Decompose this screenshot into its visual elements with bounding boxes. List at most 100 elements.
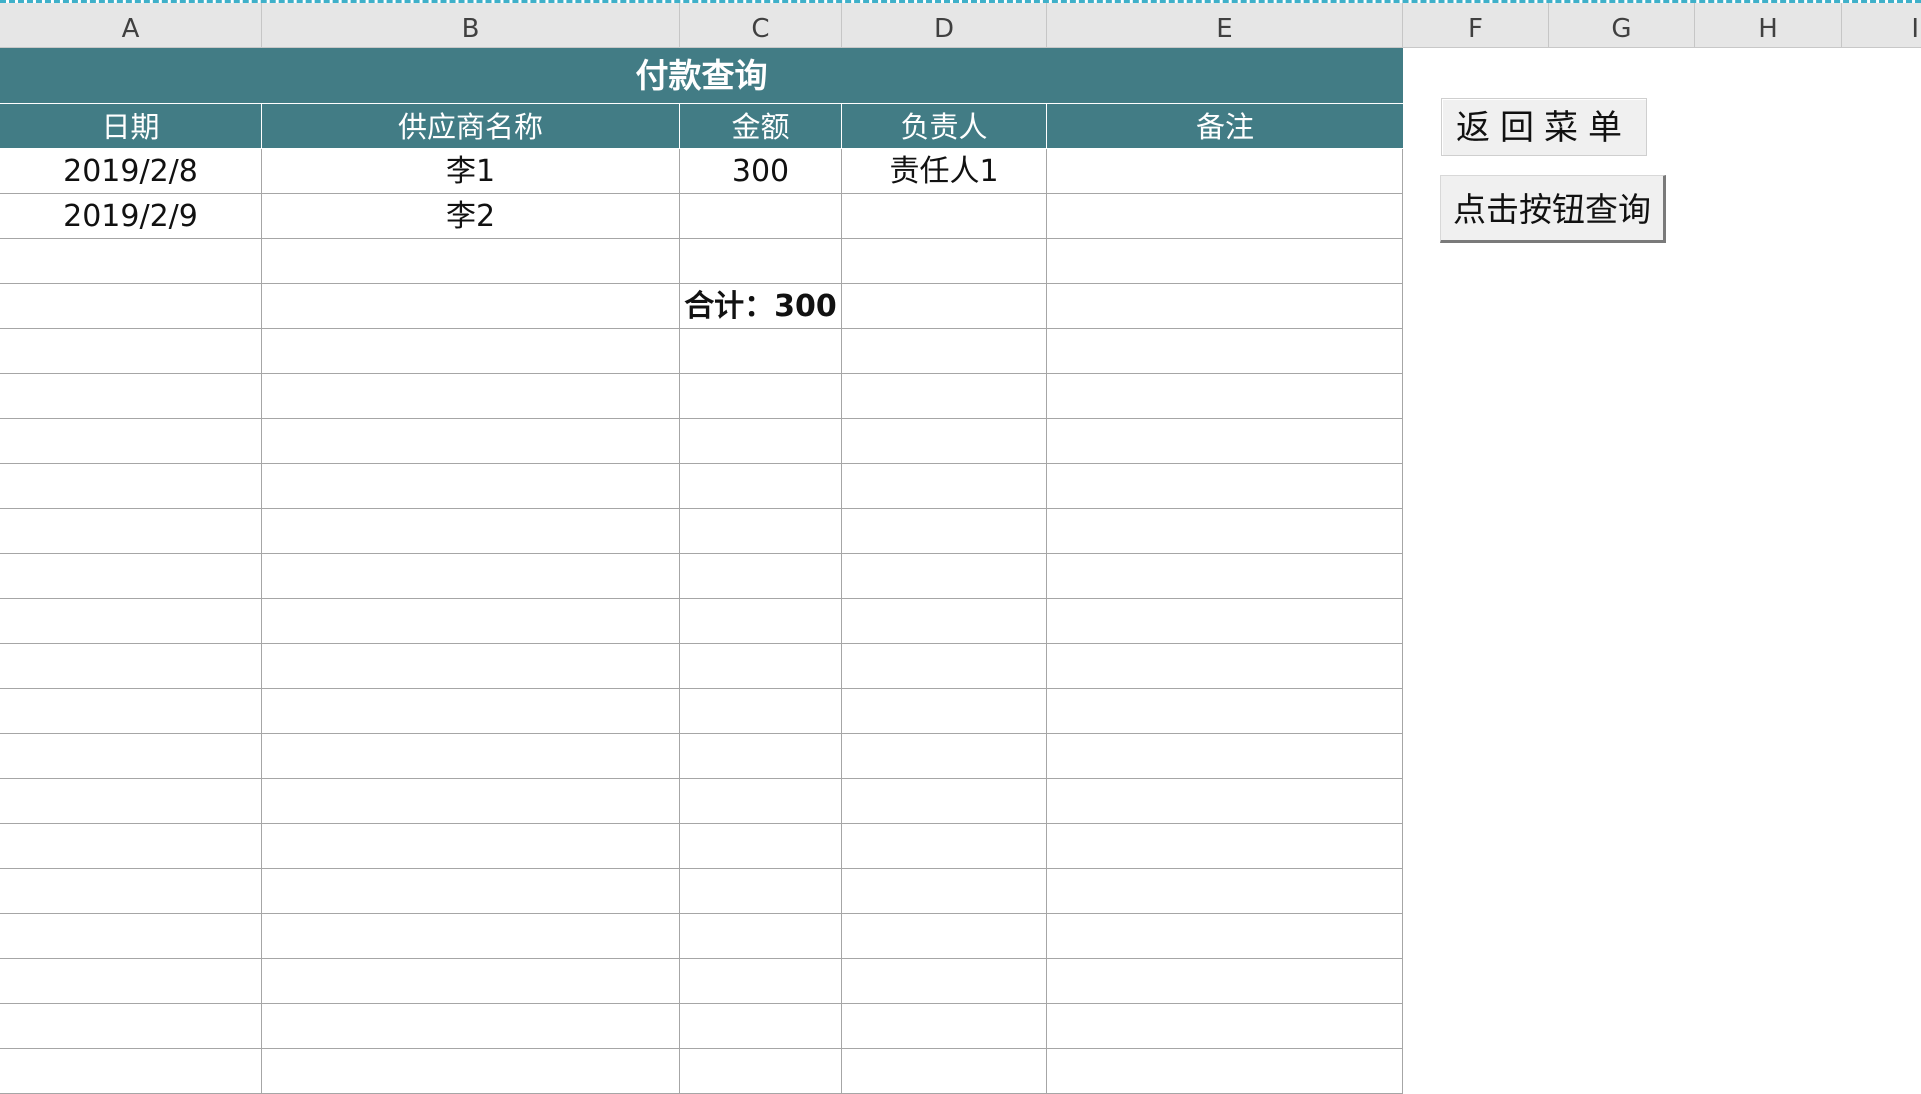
- header-date[interactable]: 日期: [0, 104, 262, 148]
- cell-remark[interactable]: [1047, 239, 1403, 283]
- empty-cell[interactable]: [262, 914, 680, 958]
- column-header-a[interactable]: A: [0, 3, 262, 47]
- cell-date[interactable]: 2019/2/9: [0, 194, 262, 238]
- empty-cell[interactable]: [262, 644, 680, 688]
- cell-supplier[interactable]: 李2: [262, 194, 680, 238]
- empty-cell[interactable]: [1047, 464, 1403, 508]
- empty-cell[interactable]: [1047, 824, 1403, 868]
- empty-cell[interactable]: [1047, 644, 1403, 688]
- cell-amount[interactable]: [680, 239, 842, 283]
- empty-cell[interactable]: [842, 464, 1047, 508]
- empty-cell[interactable]: [680, 734, 842, 778]
- empty-cell[interactable]: [262, 419, 680, 463]
- empty-cell[interactable]: [1047, 869, 1403, 913]
- empty-cell[interactable]: [0, 869, 262, 913]
- total-amount[interactable]: 合计：300: [680, 284, 842, 328]
- cell-date[interactable]: [0, 239, 262, 283]
- empty-cell[interactable]: [1047, 959, 1403, 1003]
- empty-cell[interactable]: [680, 644, 842, 688]
- column-header-c[interactable]: C: [680, 3, 842, 47]
- cell-supplier[interactable]: 李1: [262, 149, 680, 193]
- empty-cell[interactable]: [262, 509, 680, 553]
- empty-cell[interactable]: [262, 374, 680, 418]
- empty-cell[interactable]: [680, 509, 842, 553]
- header-supplier[interactable]: 供应商名称: [262, 104, 680, 148]
- empty-cell[interactable]: [1047, 914, 1403, 958]
- empty-cell[interactable]: [262, 464, 680, 508]
- empty-cell[interactable]: [1047, 374, 1403, 418]
- cell-owner[interactable]: [842, 239, 1047, 283]
- empty-cell[interactable]: [0, 329, 262, 373]
- empty-cell[interactable]: [842, 374, 1047, 418]
- empty-cell[interactable]: [842, 824, 1047, 868]
- cell-remark[interactable]: [1047, 149, 1403, 193]
- empty-cell[interactable]: [842, 329, 1047, 373]
- empty-cell[interactable]: [1047, 1004, 1403, 1048]
- empty-cell[interactable]: [680, 1049, 842, 1093]
- empty-cell[interactable]: [842, 1004, 1047, 1048]
- cell-amount[interactable]: [680, 194, 842, 238]
- empty-cell[interactable]: [680, 599, 842, 643]
- empty-cell[interactable]: [0, 419, 262, 463]
- column-header-b[interactable]: B: [262, 3, 680, 47]
- empty-cell[interactable]: [262, 554, 680, 598]
- empty-cell[interactable]: [1047, 419, 1403, 463]
- cell-remark[interactable]: [1047, 284, 1403, 328]
- empty-cell[interactable]: [262, 869, 680, 913]
- empty-cell[interactable]: [680, 374, 842, 418]
- empty-cell[interactable]: [842, 509, 1047, 553]
- empty-cell[interactable]: [680, 419, 842, 463]
- empty-cell[interactable]: [842, 1049, 1047, 1093]
- column-header-g[interactable]: G: [1549, 3, 1695, 47]
- cell-owner[interactable]: [842, 194, 1047, 238]
- report-title[interactable]: 付款查询: [0, 48, 1403, 103]
- cell-owner[interactable]: 责任人1: [842, 149, 1047, 193]
- query-button[interactable]: 点击按钮查询: [1440, 175, 1666, 243]
- empty-cell[interactable]: [0, 509, 262, 553]
- empty-cell[interactable]: [1047, 329, 1403, 373]
- empty-cell[interactable]: [0, 959, 262, 1003]
- empty-cell[interactable]: [262, 599, 680, 643]
- column-header-h[interactable]: H: [1695, 3, 1842, 47]
- cell-supplier[interactable]: [262, 239, 680, 283]
- cell-date[interactable]: 2019/2/8: [0, 149, 262, 193]
- empty-cell[interactable]: [262, 734, 680, 778]
- empty-cell[interactable]: [0, 644, 262, 688]
- cell-supplier[interactable]: [262, 284, 680, 328]
- empty-cell[interactable]: [0, 374, 262, 418]
- empty-cell[interactable]: [680, 1004, 842, 1048]
- empty-cell[interactable]: [262, 1049, 680, 1093]
- empty-cell[interactable]: [680, 329, 842, 373]
- cell-remark[interactable]: [1047, 194, 1403, 238]
- header-owner[interactable]: 负责人: [842, 104, 1047, 148]
- empty-cell[interactable]: [0, 599, 262, 643]
- empty-cell[interactable]: [680, 689, 842, 733]
- empty-cell[interactable]: [0, 554, 262, 598]
- empty-cell[interactable]: [0, 689, 262, 733]
- empty-cell[interactable]: [842, 644, 1047, 688]
- empty-cell[interactable]: [1047, 734, 1403, 778]
- column-header-e[interactable]: E: [1047, 3, 1403, 47]
- column-header-f[interactable]: F: [1403, 3, 1549, 47]
- empty-cell[interactable]: [842, 914, 1047, 958]
- empty-cell[interactable]: [842, 779, 1047, 823]
- empty-cell[interactable]: [842, 869, 1047, 913]
- empty-cell[interactable]: [1047, 509, 1403, 553]
- empty-cell[interactable]: [680, 869, 842, 913]
- header-remark[interactable]: 备注: [1047, 104, 1403, 148]
- empty-cell[interactable]: [1047, 1049, 1403, 1093]
- empty-cell[interactable]: [0, 464, 262, 508]
- empty-cell[interactable]: [680, 554, 842, 598]
- empty-cell[interactable]: [262, 1004, 680, 1048]
- empty-cell[interactable]: [680, 464, 842, 508]
- cell-amount[interactable]: 300: [680, 149, 842, 193]
- empty-cell[interactable]: [1047, 554, 1403, 598]
- empty-cell[interactable]: [262, 329, 680, 373]
- empty-cell[interactable]: [0, 1049, 262, 1093]
- header-amount[interactable]: 金额: [680, 104, 842, 148]
- empty-cell[interactable]: [680, 914, 842, 958]
- empty-cell[interactable]: [842, 959, 1047, 1003]
- column-header-i[interactable]: I: [1842, 3, 1921, 47]
- empty-cell[interactable]: [842, 689, 1047, 733]
- empty-cell[interactable]: [0, 1004, 262, 1048]
